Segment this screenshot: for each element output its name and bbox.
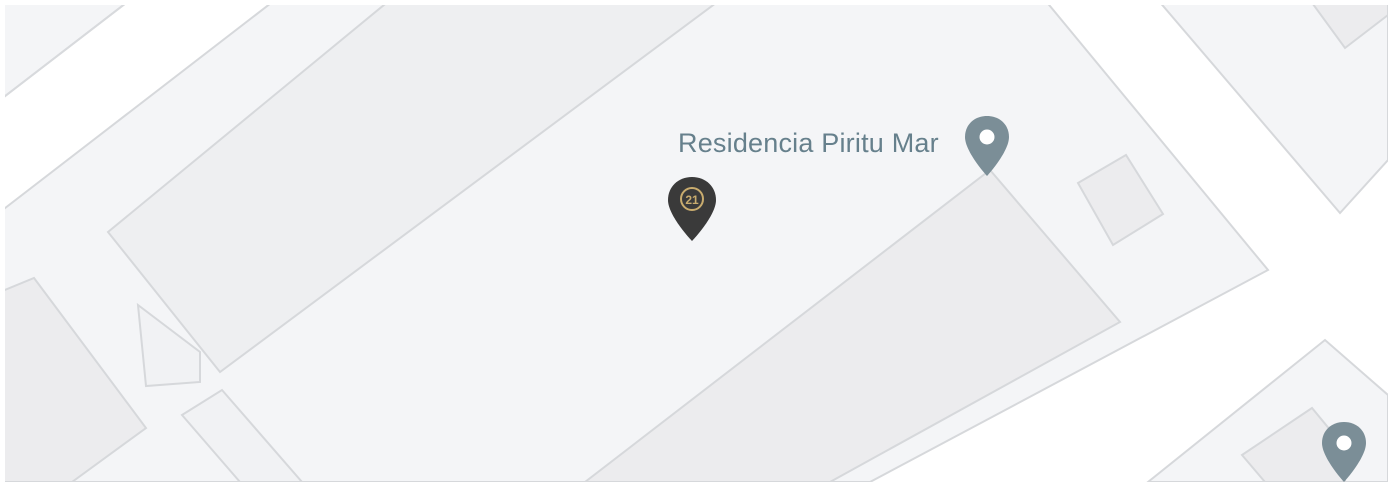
century21-listing-pin-icon[interactable]: 21: [666, 175, 718, 243]
location-pin-icon[interactable]: [1320, 420, 1368, 482]
map-view[interactable]: Residencia Piritu Mar 21: [0, 0, 1388, 482]
listing-logo-text: 21: [685, 193, 699, 207]
poi-label-residencia[interactable]: Residencia Piritu Mar: [678, 128, 939, 159]
location-pin-icon[interactable]: [963, 114, 1011, 178]
